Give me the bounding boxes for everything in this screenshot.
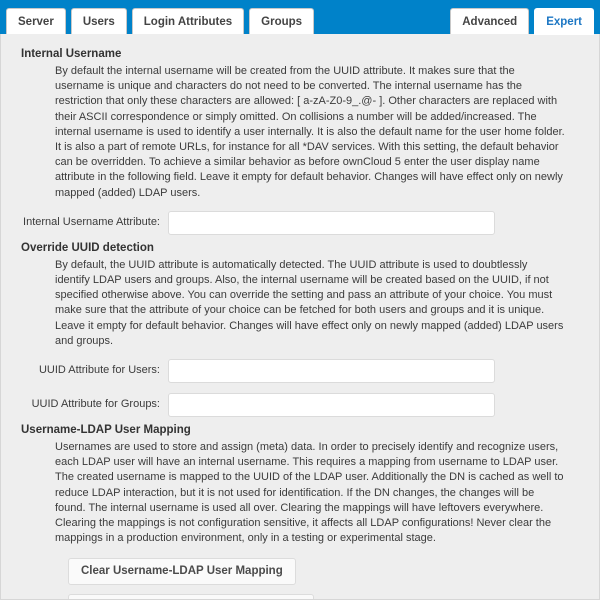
row-clear-user-mapping: Clear Username-LDAP User Mapping — [68, 558, 587, 586]
section-description-internal-username: By default the internal username will be… — [55, 65, 565, 199]
field-row-uuid-attribute-groups: UUID Attribute for Groups: — [13, 393, 587, 418]
tab-expert[interactable]: Expert — [534, 8, 594, 35]
section-title-username-ldap-user-mapping: Username-LDAP User Mapping — [21, 424, 191, 437]
row-clear-group-mapping: Clear Groupname-LDAP Group Mapping — [68, 594, 587, 599]
tab-login-attributes[interactable]: Login Attributes — [131, 8, 245, 35]
label-uuid-attribute-groups: UUID Attribute for Groups: — [31, 398, 160, 411]
input-internal-username-attribute[interactable] — [168, 210, 495, 235]
section-title-internal-username: Internal Username — [21, 48, 122, 60]
label-uuid-attribute-users: UUID Attribute for Users: — [38, 364, 160, 377]
tab-advanced[interactable]: Advanced — [450, 8, 530, 35]
tab-bar: Server Users Login Attributes Groups Adv… — [0, 0, 600, 35]
input-uuid-attribute-users[interactable] — [168, 359, 495, 384]
section-title-override-uuid: Override UUID detection — [21, 241, 154, 254]
clear-groupname-ldap-group-mapping-button[interactable]: Clear Groupname-LDAP Group Mapping — [68, 594, 314, 599]
tab-server[interactable]: Server — [6, 8, 66, 35]
section-description-username-ldap-user-mapping: Usernames are used to store and assign (… — [55, 441, 564, 545]
field-row-internal-username-attribute: Internal Username Attribute: — [13, 210, 587, 235]
tab-users[interactable]: Users — [70, 8, 127, 35]
field-row-uuid-attribute-users: UUID Attribute for Users: — [13, 359, 587, 384]
input-uuid-attribute-groups[interactable] — [168, 393, 495, 418]
label-internal-username-attribute: Internal Username Attribute: — [23, 215, 160, 228]
tab-group-primary: Server Users Login Attributes Groups — [6, 7, 315, 35]
expert-settings-panel: Internal Username By default the interna… — [0, 34, 600, 600]
tab-groups[interactable]: Groups — [249, 8, 315, 35]
section-description-override-uuid: By default, the UUID attribute is automa… — [55, 258, 564, 347]
clear-username-ldap-user-mapping-button[interactable]: Clear Username-LDAP User Mapping — [68, 558, 296, 586]
tab-group-secondary: Advanced Expert — [450, 7, 594, 35]
